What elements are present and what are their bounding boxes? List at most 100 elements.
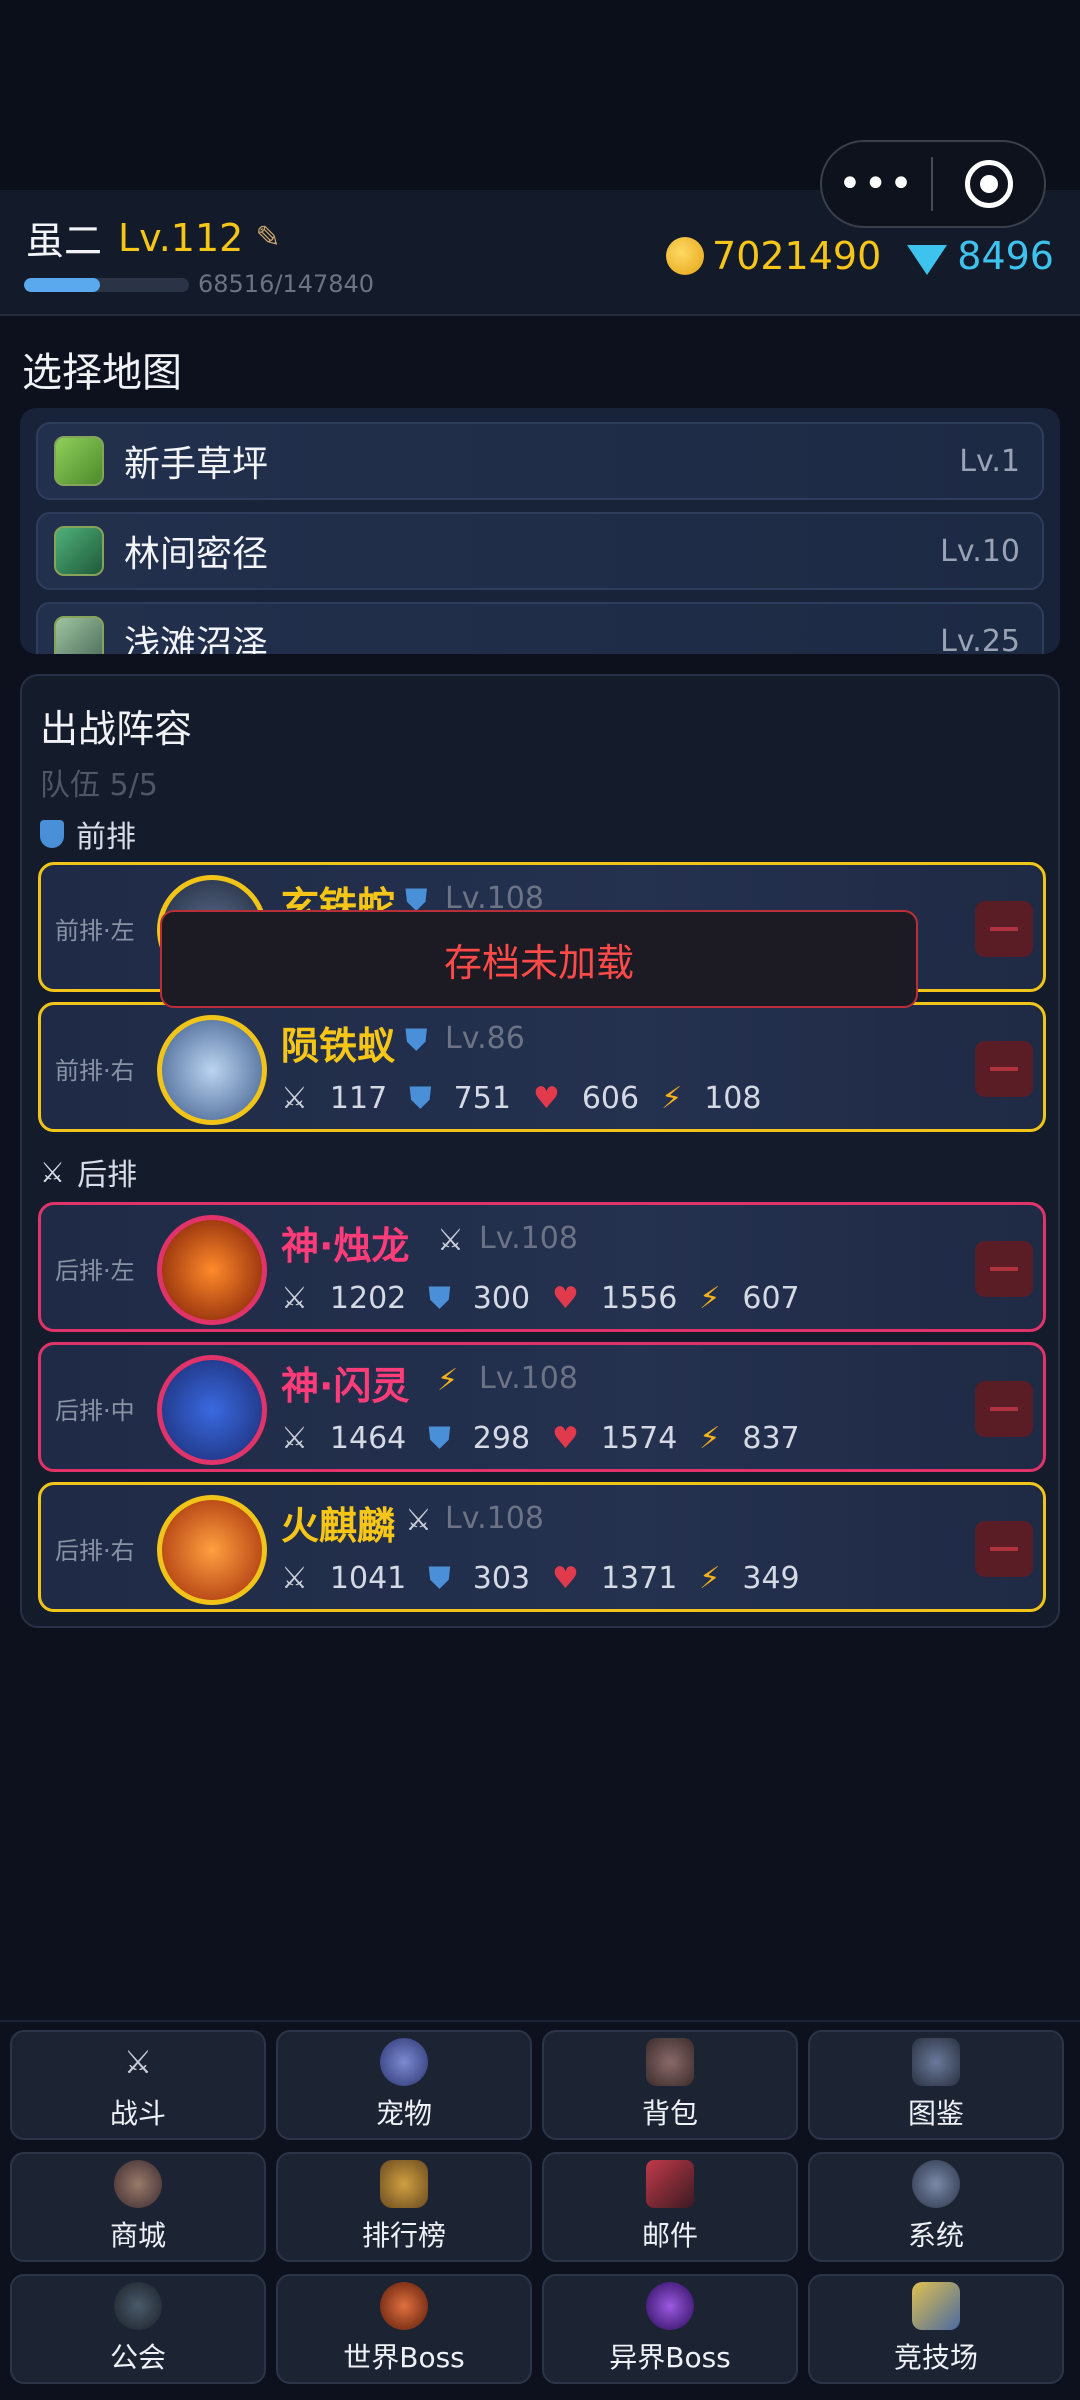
speed-value: 349 — [742, 1561, 800, 1596]
nav-system-button[interactable]: 系统 — [808, 2152, 1064, 2262]
lineup-slot[interactable]: 前排·右 陨铁蚁 ⛊ Lv.86 ⚔ 117 ⛊ 751 ♥ 606 ⚡ 108 — [38, 1002, 1046, 1132]
exp-progress-fill — [24, 278, 101, 292]
remove-pet-button[interactable] — [975, 1381, 1033, 1437]
exp-text: 68516/147840 — [198, 270, 375, 298]
map-item[interactable]: 浅滩沼泽 Lv.25 — [36, 602, 1044, 654]
defense-value: 303 — [472, 1561, 531, 1596]
speed-value: 108 — [704, 1081, 762, 1116]
nav-label: 世界Boss — [343, 2341, 465, 2374]
map-level: Lv.10 — [940, 533, 1020, 569]
nav-label: 图鉴 — [907, 2097, 964, 2130]
shield-icon — [40, 820, 64, 848]
map-item[interactable]: 林间密径 Lv.10 — [36, 512, 1044, 590]
pet-avatar — [157, 1355, 267, 1465]
map-thumbnail-icon — [54, 436, 104, 486]
nav-label: 邮件 — [641, 2219, 698, 2252]
crossed-swords-icon: ⚔ — [123, 2043, 153, 2081]
otherworld-boss-icon — [646, 2282, 694, 2330]
arena-icon — [912, 2282, 960, 2330]
mail-icon — [646, 2160, 694, 2208]
lineup-slot[interactable]: 后排·右 火麒麟 ⚔ Lv.108 ⚔ 1041 ⛊ 303 ♥ 1371 ⚡ 349 — [38, 1482, 1046, 1612]
hp-value: 1556 — [600, 1281, 678, 1316]
hp-value: 606 — [581, 1081, 640, 1116]
front-row-text: 前排 — [76, 820, 136, 855]
nav-guild-button[interactable]: 公会 — [10, 2274, 266, 2384]
pet-stats: ⚔ 117 ⛊ 751 ♥ 606 ⚡ 108 — [281, 1081, 783, 1116]
remove-pet-button[interactable] — [975, 1041, 1033, 1097]
toast-message: 存档未加载 — [160, 910, 918, 1008]
edit-name-icon[interactable]: ✎ — [255, 220, 280, 255]
hp-value: 1371 — [600, 1561, 678, 1596]
pet-level: Lv.108 — [479, 1361, 578, 1396]
speed-icon: ⚡ — [699, 1281, 721, 1316]
pet-name: 火麒麟 — [281, 1504, 396, 1548]
map-thumbnail-icon — [54, 526, 104, 576]
nav-backpack-button[interactable]: 背包 — [542, 2030, 798, 2140]
nav-label: 背包 — [641, 2097, 698, 2130]
map-item[interactable]: 新手草坪 Lv.1 — [36, 422, 1044, 500]
crossed-swords-icon: ⚔ — [40, 1155, 66, 1189]
defense-icon: ⛊ — [428, 1421, 451, 1456]
nav-battle-button[interactable]: ⚔ 战斗 — [10, 2030, 266, 2140]
map-list[interactable]: 新手草坪 Lv.1 林间密径 Lv.10 浅滩沼泽 Lv.25 — [20, 408, 1060, 654]
nav-world-boss-button[interactable]: 世界Boss — [276, 2274, 532, 2384]
nav-codex-button[interactable]: 图鉴 — [808, 2030, 1064, 2140]
trophy-icon — [380, 2160, 428, 2208]
speed-icon: ⚡ — [661, 1081, 683, 1116]
map-name: 新手草坪 — [124, 444, 269, 485]
pet-level: Lv.86 — [445, 1021, 525, 1056]
exp-progress-bar — [24, 278, 189, 292]
back-row-label: ⚔ 后排 — [40, 1150, 137, 1194]
nav-divider — [0, 2020, 1080, 2022]
codex-icon — [912, 2038, 960, 2086]
nav-arena-button[interactable]: 竞技场 — [808, 2274, 1064, 2384]
nav-label: 竞技场 — [893, 2341, 978, 2374]
mini-program-capsule: ••• — [820, 140, 1046, 228]
pet-stats: ⚔ 1041 ⛊ 303 ♥ 1371 ⚡ 349 — [281, 1561, 822, 1596]
map-thumbnail-icon — [54, 616, 104, 654]
bottom-nav-grid: ⚔ 战斗 宠物 背包 图鉴 商城 排行榜 邮件 系统 公会 世界Boss 异界Bo… — [10, 2030, 1070, 2400]
gold-amount: 7021490 — [712, 234, 882, 278]
bolt-icon: ⚡ — [437, 1363, 459, 1398]
nav-label: 商城 — [109, 2219, 166, 2252]
attack-value: 1041 — [329, 1561, 407, 1596]
remove-pet-button[interactable] — [975, 901, 1033, 957]
guild-icon — [114, 2282, 162, 2330]
speed-value: 607 — [742, 1281, 800, 1316]
defense-value: 751 — [453, 1081, 511, 1116]
speed-icon: ⚡ — [699, 1421, 721, 1456]
pet-stats: ⚔ 1464 ⛊ 298 ♥ 1574 ⚡ 837 — [281, 1421, 822, 1456]
nav-label: 战斗 — [109, 2097, 166, 2130]
attack-value: 1202 — [329, 1281, 407, 1316]
more-menu-icon[interactable]: ••• — [822, 161, 931, 207]
nav-pet-button[interactable]: 宠物 — [276, 2030, 532, 2140]
pet-level: Lv.108 — [445, 1501, 544, 1536]
pet-name: 神·闪灵 — [281, 1364, 410, 1408]
map-section-title: 选择地图 — [22, 350, 182, 396]
lineup-title: 出战阵容 — [40, 707, 193, 751]
nav-shop-button[interactable]: 商城 — [10, 2152, 266, 2262]
lineup-slot[interactable]: 后排·左 神·烛龙 ⚔ Lv.108 ⚔ 1202 ⛊ 300 ♥ 1556 ⚡ 607 — [38, 1202, 1046, 1332]
crossed-swords-icon: ⚔ — [437, 1223, 464, 1258]
nav-otherworld-boss-button[interactable]: 异界Boss — [542, 2274, 798, 2384]
attack-icon: ⚔ — [281, 1081, 308, 1116]
slot-position: 后排·右 — [55, 1537, 135, 1565]
speed-value: 837 — [742, 1421, 800, 1456]
nav-leaderboard-button[interactable]: 排行榜 — [276, 2152, 532, 2262]
nav-mail-button[interactable]: 邮件 — [542, 2152, 798, 2262]
attack-value: 1464 — [329, 1421, 407, 1456]
remove-pet-button[interactable] — [975, 1521, 1033, 1577]
map-name: 林间密径 — [124, 534, 269, 575]
nav-label: 异界Boss — [609, 2341, 731, 2374]
remove-pet-button[interactable] — [975, 1241, 1033, 1297]
crossed-swords-icon: ⚔ — [405, 1503, 432, 1538]
nav-label: 公会 — [109, 2341, 166, 2374]
slot-position: 后排·中 — [55, 1397, 135, 1425]
speed-icon: ⚡ — [699, 1561, 721, 1596]
shop-icon — [114, 2160, 162, 2208]
pet-name: 陨铁蚁 — [281, 1024, 396, 1068]
close-miniprogram-icon[interactable] — [933, 160, 1044, 208]
player-name: 虽二 — [26, 219, 103, 263]
pet-name: 神·烛龙 — [281, 1224, 410, 1268]
lineup-slot[interactable]: 后排·中 神·闪灵 ⚡ Lv.108 ⚔ 1464 ⛊ 298 ♥ 1574 ⚡ 837 — [38, 1342, 1046, 1472]
